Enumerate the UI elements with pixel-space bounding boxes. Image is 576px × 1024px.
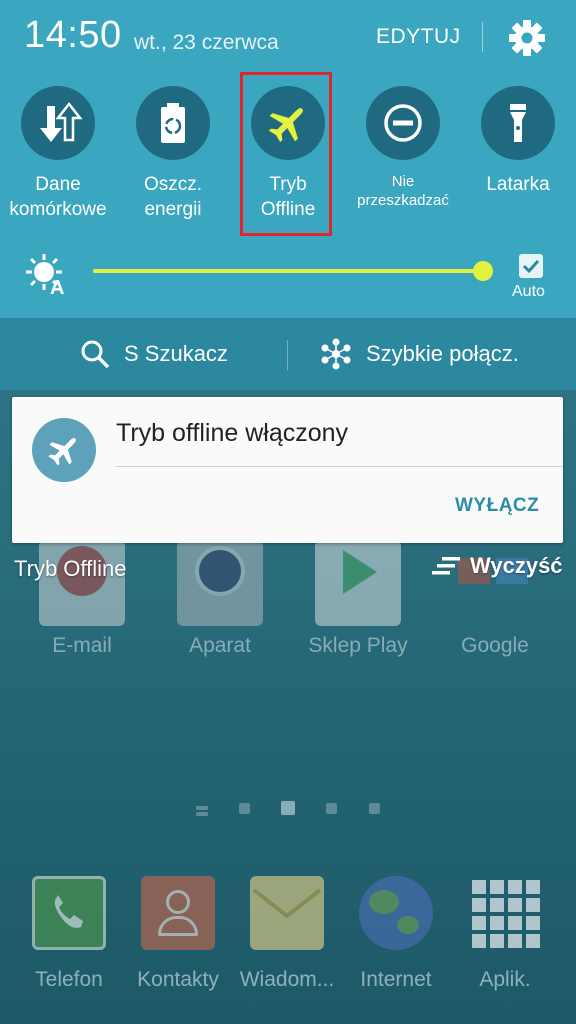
toggle-label: Nie przeszkadzać bbox=[357, 173, 449, 209]
divider bbox=[287, 340, 288, 370]
s-finder-label: S Szukacz bbox=[124, 341, 228, 366]
toggle-flashlight[interactable]: Latarka bbox=[463, 86, 573, 197]
toggle-do-not-disturb[interactable]: Nie przeszkadzać bbox=[348, 86, 458, 210]
svg-text:A: A bbox=[50, 277, 64, 296]
dock-app-label: Kontakty bbox=[137, 968, 219, 991]
email-app-icon bbox=[39, 540, 125, 626]
camera-app-icon bbox=[177, 540, 263, 626]
home-app-label: Google bbox=[461, 634, 529, 657]
dock-app-label: Internet bbox=[360, 968, 432, 991]
clear-button[interactable]: Wyczyść bbox=[432, 552, 563, 580]
s-finder-button[interactable]: S Szukacz bbox=[80, 318, 228, 390]
home-app-label: E-mail bbox=[52, 634, 112, 657]
power-saving-icon bbox=[136, 86, 210, 160]
auto-brightness-label: Auto bbox=[512, 283, 545, 300]
home-app-camera[interactable]: Aparat bbox=[170, 540, 270, 658]
divider bbox=[482, 22, 483, 52]
toggle-label: Oszcz. energii bbox=[143, 174, 203, 220]
flashlight-icon bbox=[481, 86, 555, 160]
dock-app-internet[interactable]: Internet bbox=[341, 876, 451, 992]
clear-all-icon bbox=[432, 557, 460, 575]
toggle-mobile-data[interactable]: Dane komórkowe bbox=[3, 86, 113, 222]
highlight-box bbox=[240, 72, 332, 236]
quick-settings-panel: 14:50 wt., 23 czerwca EDYTUJ Dane komórk… bbox=[0, 0, 576, 318]
gear-icon[interactable] bbox=[508, 19, 546, 57]
dock-app-label: Telefon bbox=[35, 968, 103, 991]
toggle-power-saving[interactable]: Oszcz. energii bbox=[118, 86, 228, 222]
apps-grid-icon bbox=[468, 876, 542, 950]
do-not-disturb-icon bbox=[366, 86, 440, 160]
play-store-icon bbox=[315, 540, 401, 626]
clock: 14:50 bbox=[24, 14, 122, 56]
search-icon bbox=[81, 340, 110, 369]
globe-icon bbox=[359, 876, 433, 950]
brightness-slider[interactable] bbox=[93, 269, 484, 273]
status-bar: 14:50 wt., 23 czerwca EDYTUJ bbox=[0, 0, 576, 76]
offline-mode-label: Tryb Offline bbox=[14, 556, 127, 581]
dock-app-label: Aplik. bbox=[479, 968, 531, 991]
dock-app-phone[interactable]: Telefon bbox=[14, 876, 124, 992]
home-app-label: Aparat bbox=[189, 634, 251, 657]
search-bar: S Szukacz Szybkie połącz. bbox=[0, 318, 576, 390]
dock-app-label: Wiadom... bbox=[239, 968, 335, 991]
turn-off-button[interactable]: WYŁĄCZ bbox=[455, 495, 539, 517]
quick-connect-button[interactable]: Szybkie połącz. bbox=[320, 318, 519, 390]
edit-button[interactable]: EDYTUJ bbox=[376, 25, 461, 49]
notification-card[interactable]: Tryb offline włączony WYŁĄCZ bbox=[12, 397, 563, 543]
messages-icon bbox=[250, 876, 324, 950]
date: wt., 23 czerwca bbox=[134, 31, 279, 54]
quick-connect-icon bbox=[321, 338, 351, 370]
mobile-data-icon bbox=[21, 86, 95, 160]
clear-label: Wyczyść bbox=[470, 553, 563, 578]
contacts-icon bbox=[141, 876, 215, 950]
phone-icon bbox=[32, 876, 106, 950]
home-app-label: Sklep Play bbox=[308, 634, 408, 657]
dock-app-messages[interactable]: Wiadom... bbox=[232, 876, 342, 992]
home-app-play-store[interactable]: Sklep Play bbox=[308, 540, 408, 658]
quick-connect-label: Szybkie połącz. bbox=[366, 341, 519, 366]
dock-app-contacts[interactable]: Kontakty bbox=[123, 876, 233, 992]
dock-app-apps[interactable]: Aplik. bbox=[450, 876, 560, 992]
brightness-icon: A bbox=[24, 252, 68, 299]
airplane-icon bbox=[32, 418, 96, 482]
brightness-slider-handle[interactable] bbox=[473, 261, 493, 281]
notification-title: Tryb offline włączony bbox=[116, 419, 349, 447]
page-indicator bbox=[0, 801, 576, 819]
toggle-label: Dane komórkowe bbox=[9, 174, 107, 220]
toggle-label: Latarka bbox=[486, 174, 550, 195]
divider bbox=[116, 466, 563, 467]
auto-brightness-checkbox[interactable] bbox=[519, 254, 543, 278]
